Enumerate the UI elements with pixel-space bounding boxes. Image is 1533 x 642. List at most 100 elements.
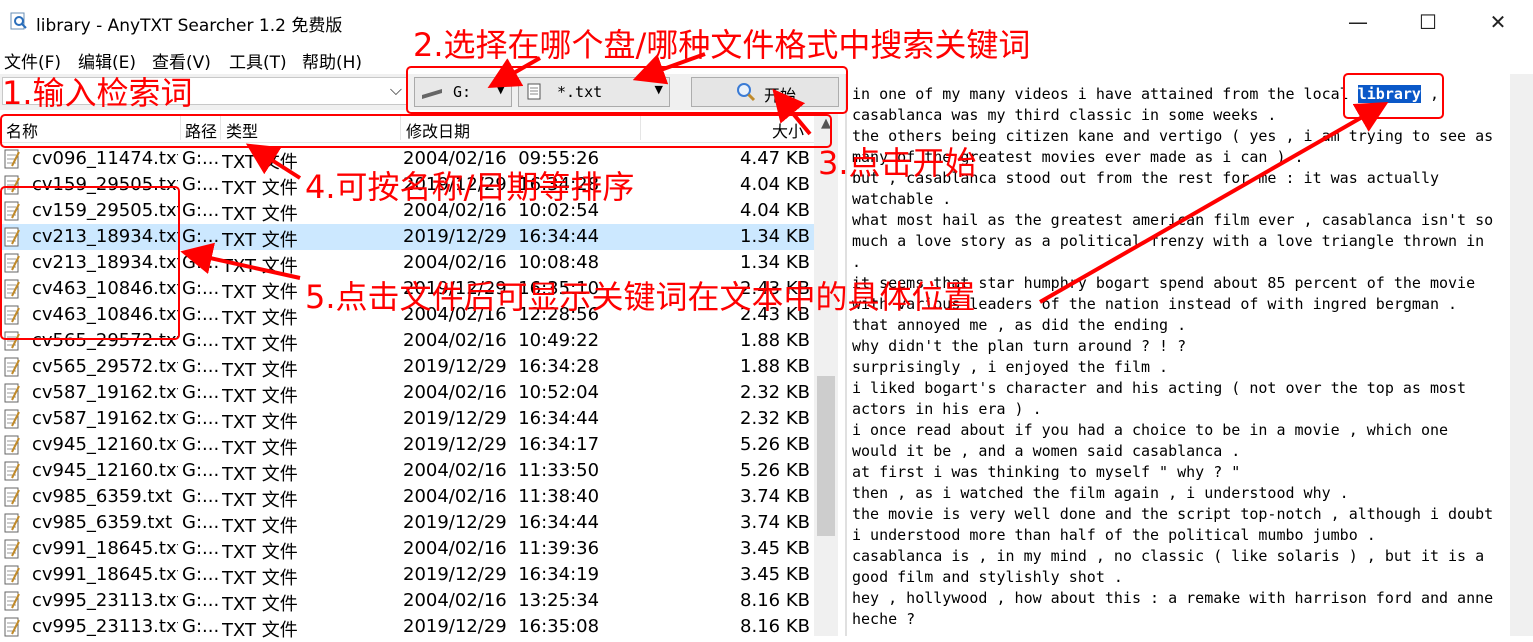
- file-path: G:...: [182, 434, 218, 455]
- file-type: TXT 文件: [222, 464, 298, 485]
- annotation-box-files: [0, 186, 180, 340]
- window-title: library - AnyTXT Searcher 1.2 免费版: [36, 16, 343, 36]
- file-row[interactable]: cv945_12160.txt G:... TXT 文件 2004/02/16 11:…: [0, 458, 814, 485]
- file-date: 2004/02/16 10:52:04: [403, 382, 600, 403]
- file-date: 2019/12/29 16:34:19: [403, 564, 600, 585]
- file-name: cv991_18645.txt: [32, 564, 178, 585]
- preview-line: i liked bogart's character and his actin…: [852, 379, 1467, 397]
- file-path: G:...: [182, 148, 218, 169]
- file-path: G:...: [182, 252, 218, 273]
- annotation-box-toolbar: [406, 66, 848, 114]
- menu-help[interactable]: 帮助(H): [302, 48, 362, 73]
- chevron-down-icon[interactable]: ⌵: [390, 80, 402, 100]
- preview-line: what most hail as the greatest american …: [852, 211, 1494, 229]
- file-size: 1.88 KB: [740, 356, 810, 377]
- file-row[interactable]: cv995_23113.txt G:... TXT 文件 2019/12/29 16:…: [0, 614, 814, 641]
- file-type: TXT 文件: [222, 204, 298, 225]
- file-date: 2019/12/29 16:34:44: [403, 512, 600, 533]
- file-row[interactable]: cv985_6359.txt G:... TXT 文件 2004/02/16 11:3…: [0, 484, 814, 511]
- preview-line: heche ?: [852, 610, 916, 628]
- minimize-button[interactable]: —: [1328, 0, 1388, 44]
- file-path: G:...: [182, 460, 218, 481]
- file-date: 2019/12/29 16:34:17: [403, 434, 600, 455]
- file-path: G:...: [182, 590, 218, 611]
- scroll-thumb[interactable]: [817, 376, 835, 536]
- file-type: TXT 文件: [222, 620, 298, 641]
- txt-file-icon: [4, 617, 20, 637]
- file-type: TXT 文件: [222, 490, 298, 511]
- list-scrollbar[interactable]: ▲: [814, 114, 838, 636]
- file-name: cv991_18645.txt: [32, 538, 178, 559]
- file-size: 3.74 KB: [740, 486, 810, 507]
- txt-file-icon: [4, 513, 20, 533]
- file-name: cv995_23113.txt: [32, 616, 178, 637]
- file-row[interactable]: cv565_29572.txt G:... TXT 文件 2019/12/29 16:…: [0, 354, 814, 381]
- file-path: G:...: [182, 356, 218, 377]
- preview-scrollbar[interactable]: [1510, 74, 1533, 636]
- file-size: 2.32 KB: [740, 408, 810, 429]
- file-type: TXT 文件: [222, 282, 298, 303]
- file-name: cv985_6359.txt: [32, 512, 173, 533]
- txt-file-icon: [4, 149, 20, 169]
- file-row[interactable]: cv991_18645.txt G:... TXT 文件 2019/12/29 16:…: [0, 562, 814, 589]
- preview-line: surprisingly , i enjoyed the film .: [852, 358, 1169, 376]
- file-size: 2.32 KB: [740, 382, 810, 403]
- file-path: G:...: [182, 512, 218, 533]
- file-row[interactable]: cv985_6359.txt G:... TXT 文件 2019/12/29 16:3…: [0, 510, 814, 537]
- file-path: G:...: [182, 278, 218, 299]
- txt-file-icon: [4, 383, 20, 403]
- txt-file-icon: [4, 461, 20, 481]
- file-path: G:...: [182, 564, 218, 585]
- file-type: TXT 文件: [222, 152, 298, 173]
- file-row[interactable]: cv995_23113.txt G:... TXT 文件 2004/02/16 13:…: [0, 588, 814, 615]
- annotation-1: 1.输入检索词: [2, 74, 193, 112]
- annotation-5: 5.点击文件后可显示关键词在文本中的具体位置: [305, 278, 976, 316]
- file-date: 2019/12/29 16:35:08: [403, 616, 600, 637]
- file-name: cv587_19162.txt: [32, 408, 178, 429]
- file-type: TXT 文件: [222, 360, 298, 381]
- file-date: 2004/02/16 11:39:36: [403, 538, 600, 559]
- close-button[interactable]: ✕: [1468, 0, 1528, 44]
- file-name: cv945_12160.txt: [32, 460, 178, 481]
- file-row[interactable]: cv587_19162.txt G:... TXT 文件 2019/12/29 16:…: [0, 406, 814, 433]
- file-date: 2019/12/29 16:34:44: [403, 408, 600, 429]
- file-size: 3.74 KB: [740, 512, 810, 533]
- maximize-button[interactable]: ☐: [1398, 0, 1458, 44]
- file-name: cv565_29572.txt: [32, 356, 178, 377]
- file-row[interactable]: cv945_12160.txt G:... TXT 文件 2019/12/29 16:…: [0, 432, 814, 459]
- file-path: G:...: [182, 486, 218, 507]
- file-path: G:...: [182, 616, 218, 637]
- preview-line: at first i was thinking to myself " why …: [852, 463, 1241, 481]
- preview-line: then , as i watched the film again , i u…: [852, 484, 1349, 502]
- file-row[interactable]: cv587_19162.txt G:... TXT 文件 2004/02/16 10:…: [0, 380, 814, 407]
- file-type: TXT 文件: [222, 334, 298, 355]
- file-date: 2019/12/29 16:34:44: [403, 226, 600, 247]
- file-name: cv985_6359.txt: [32, 486, 173, 507]
- file-size: 5.26 KB: [740, 460, 810, 481]
- file-size: 4.47 KB: [740, 148, 810, 169]
- annotation-box-header: [0, 114, 832, 148]
- preview-line: casablanca is , in my mind , no classic …: [852, 547, 1485, 565]
- file-size: 1.88 KB: [740, 330, 810, 351]
- txt-file-icon: [4, 409, 20, 429]
- preview-line: hey , hollywood , how about this : a rem…: [852, 589, 1494, 607]
- file-type: TXT 文件: [222, 594, 298, 615]
- file-name: cv995_23113.txt: [32, 590, 178, 611]
- file-type: TXT 文件: [222, 308, 298, 329]
- file-row[interactable]: cv991_18645.txt G:... TXT 文件 2004/02/16 11:…: [0, 536, 814, 563]
- preview-line: i once read about if you had a choice to…: [852, 421, 1449, 439]
- preview-line: that annoyed me , as did the ending .: [852, 316, 1187, 334]
- txt-file-icon: [4, 591, 20, 611]
- preview-line: good film and stylishly shot .: [852, 568, 1123, 586]
- annotation-4: 4.可按名称/日期等排序: [305, 168, 635, 206]
- file-type: TXT 文件: [222, 230, 298, 251]
- preview-line: actors in his era ) .: [852, 400, 1042, 418]
- file-type: TXT 文件: [222, 438, 298, 459]
- file-date: 2004/02/16 10:49:22: [403, 330, 600, 351]
- file-type: TXT 文件: [222, 178, 298, 199]
- menu-tools[interactable]: 工具(T): [229, 48, 287, 73]
- file-path: G:...: [182, 330, 218, 351]
- preview-line: would it be , and a women said casablanc…: [852, 442, 1241, 460]
- file-path: G:...: [182, 200, 218, 221]
- annotation-box-keyword: [1343, 73, 1444, 119]
